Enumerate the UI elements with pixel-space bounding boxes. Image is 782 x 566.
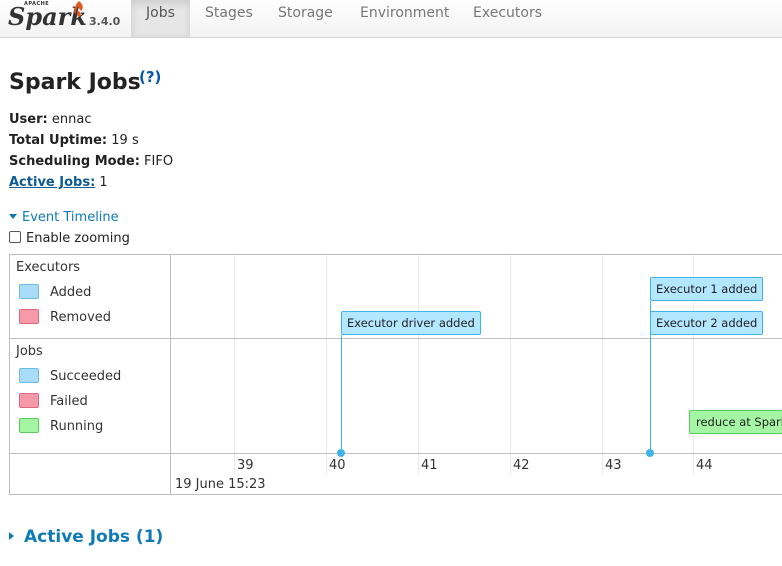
info-scheduling-mode: Scheduling Mode: FIFO	[9, 154, 173, 169]
jobs-group-title: Jobs	[16, 344, 43, 359]
tick-label: 42	[513, 458, 530, 473]
info-user: User: ennac	[9, 112, 91, 127]
legend-job-running: Running	[19, 418, 103, 434]
event-timeline[interactable]: Executors Added Removed Jobs Succeeded F…	[9, 254, 782, 495]
legend-job-failed: Failed	[19, 393, 88, 409]
event-executor-2-added[interactable]: Executor 2 added	[650, 311, 764, 335]
executors-group-title: Executors	[16, 260, 81, 275]
event-timeline-toggle[interactable]: Event Timeline	[9, 210, 119, 225]
spark-version: 3.4.0	[89, 15, 121, 28]
enable-zooming[interactable]: Enable zooming	[9, 231, 130, 246]
zoom-checkbox[interactable]	[9, 231, 21, 243]
mode-label: Scheduling Mode:	[9, 154, 140, 169]
flame-icon	[74, 1, 83, 17]
legend-swatch	[19, 393, 39, 408]
timeline-date-label: 19 June 15:23	[175, 477, 266, 492]
tab-stages[interactable]: Stages	[190, 0, 268, 37]
legend-executor-added: Added	[19, 284, 91, 300]
mode-value: FIFO	[144, 154, 174, 169]
user-value: ennac	[51, 112, 92, 127]
info-active-jobs: Active Jobs: 1	[9, 175, 108, 190]
legend-job-succeeded: Succeeded	[19, 368, 121, 384]
legend-label: Removed	[50, 310, 112, 325]
caret-down-icon	[9, 214, 17, 219]
legend-executor-removed: Removed	[19, 309, 111, 325]
active-jobs-value: 1	[99, 175, 108, 190]
active-jobs-link[interactable]: Active Jobs:	[9, 175, 95, 190]
caret-right-icon	[9, 532, 14, 540]
legend-swatch	[19, 418, 39, 433]
grid-line	[602, 255, 603, 475]
event-timeline-label: Event Timeline	[22, 210, 119, 225]
zoom-label: Enable zooming	[26, 231, 130, 246]
uptime-label: Total Uptime:	[9, 133, 108, 148]
event-dot[interactable]	[646, 449, 654, 457]
tab-storage[interactable]: Storage	[263, 0, 348, 37]
legend-label: Succeeded	[50, 369, 122, 384]
grid-line	[234, 255, 235, 475]
uptime-value: 19 s	[111, 133, 139, 148]
tab-executors[interactable]: Executors	[458, 0, 557, 37]
legend-label: Running	[50, 419, 104, 434]
legend-label: Added	[50, 285, 92, 300]
event-line	[341, 335, 342, 453]
tick-label: 44	[696, 458, 713, 473]
tab-environment[interactable]: Environment	[345, 0, 464, 37]
active-jobs-section-toggle[interactable]: Active Jobs (1)	[9, 527, 163, 547]
tick-label: 39	[237, 458, 254, 473]
tick-label: 40	[329, 458, 346, 473]
grid-line	[510, 255, 511, 475]
legend-swatch	[19, 309, 39, 324]
user-label: User:	[9, 112, 48, 127]
legend-swatch	[19, 368, 39, 383]
active-jobs-section-label: Active Jobs (1)	[24, 527, 164, 547]
tab-jobs[interactable]: Jobs	[131, 0, 190, 37]
tick-label: 41	[421, 458, 438, 473]
grid-line	[418, 255, 419, 475]
grid-line	[326, 255, 327, 475]
event-executor-driver-added[interactable]: Executor driver added	[341, 311, 481, 335]
event-dot[interactable]	[337, 449, 345, 457]
timeline-legend-column: Executors Added Removed Jobs Succeeded F…	[10, 255, 171, 494]
navbar: APACHE Spark 3.4.0 Jobs Stages Storage E…	[0, 0, 782, 38]
page-title: Spark Jobs	[9, 70, 141, 95]
tick-label: 43	[605, 458, 622, 473]
legend-swatch	[19, 284, 39, 299]
event-job-running[interactable]: reduce at SparkPi.scala:38	[689, 410, 782, 434]
help-link[interactable]: (?)	[139, 68, 161, 86]
info-uptime: Total Uptime: 19 s	[9, 133, 139, 148]
legend-label: Failed	[50, 394, 88, 409]
spark-logo[interactable]: APACHE Spark 3.4.0	[6, 0, 126, 38]
event-executor-1-added[interactable]: Executor 1 added	[650, 277, 764, 301]
